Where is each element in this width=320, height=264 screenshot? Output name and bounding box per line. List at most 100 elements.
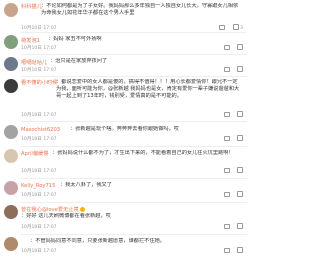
avatar[interactable] bbox=[4, 79, 18, 93]
comment-item: 荷发泡1 ：妈妈 家丑不可外扬啊 10月10日 17:07 bbox=[0, 34, 247, 55]
comment-time: 10月10日 17:07 bbox=[21, 68, 57, 73]
like-button[interactable] bbox=[237, 66, 243, 73]
reply-button[interactable] bbox=[219, 24, 226, 31]
like-icon bbox=[237, 66, 243, 72]
reply-icon bbox=[223, 167, 230, 173]
avatar[interactable] bbox=[4, 125, 18, 139]
comment-text: ：都说恋爱中的女人都是傻的，搞得不值得！！！用心长都爱情你！跟兄不一定为我，面听… bbox=[56, 79, 240, 100]
reply-icon bbox=[223, 247, 230, 253]
comment-actions bbox=[218, 247, 243, 254]
reply-icon bbox=[223, 135, 230, 141]
divider bbox=[21, 178, 247, 179]
comment-actions bbox=[218, 223, 243, 230]
comment-time: 10月10日 17:07 bbox=[21, 193, 57, 198]
commenter-name[interactable]: Kelly_Roy715 bbox=[21, 183, 55, 189]
like-icon bbox=[237, 44, 243, 50]
reply-button[interactable] bbox=[223, 247, 230, 254]
comment-actions bbox=[218, 191, 243, 198]
comment-text: ：不管妈妈同意不同意，只要张新越愿意，谁都拦不住她。 bbox=[30, 238, 165, 244]
comment-text: ：张新越是玩个啥。奔奔奔去看你跟她做吗，哎 bbox=[70, 126, 179, 132]
commenter-name[interactable]: 噶噶哒咕儿 bbox=[21, 59, 47, 66]
reply-icon bbox=[223, 191, 230, 197]
divider bbox=[21, 32, 247, 33]
commenter-name[interactable]: 看不懂的小时候 bbox=[21, 79, 57, 86]
comment-item: ：不管妈妈同意不同意，只要张新越愿意，谁都拦不住她。 10月10日 17:07 bbox=[0, 236, 247, 262]
commenter-name[interactable]: 科科猫儿 bbox=[21, 3, 42, 10]
reply-button[interactable] bbox=[223, 44, 230, 51]
comment-item: 噶噶哒咕儿 ：治只是在家放弃孩问了 10月10日 17:07 bbox=[0, 56, 247, 77]
comment-actions bbox=[218, 66, 243, 73]
avatar[interactable] bbox=[4, 205, 18, 219]
avatar[interactable] bbox=[4, 181, 18, 195]
like-button[interactable] bbox=[237, 135, 243, 142]
reply-button[interactable] bbox=[223, 135, 230, 142]
comment-actions bbox=[218, 167, 243, 174]
member-badge-icon bbox=[79, 207, 85, 212]
like-icon bbox=[237, 247, 243, 253]
avatar[interactable] bbox=[4, 237, 18, 251]
comment-text: ：我太八卦了，我又了 bbox=[60, 182, 112, 188]
reply-button[interactable] bbox=[223, 223, 230, 230]
comment-actions bbox=[218, 44, 243, 51]
avatar[interactable] bbox=[4, 35, 18, 49]
like-button[interactable] bbox=[237, 223, 243, 230]
reply-icon bbox=[223, 44, 230, 50]
commenter-name[interactable]: 荷发泡1 bbox=[21, 37, 40, 44]
like-icon bbox=[237, 111, 243, 117]
divider bbox=[21, 234, 247, 235]
like-button[interactable] bbox=[237, 44, 243, 51]
reply-icon bbox=[223, 223, 230, 229]
reply-icon bbox=[223, 111, 230, 117]
like-count: 3 bbox=[240, 25, 243, 31]
comment-item: April偏缓慢 ：张妈妈说什么都不为了，才生出下来的，不能看着自己的女儿往火坑… bbox=[0, 148, 247, 179]
comment-time: 10月10日 17:07 bbox=[21, 113, 57, 118]
avatar[interactable] bbox=[4, 3, 18, 17]
comment-item: 科科猫儿 ：不论如何都是为了子女好。我妈妈那么多年独自一人独自女儿长大，守寡跟女… bbox=[0, 2, 247, 33]
like-button[interactable]: 3 bbox=[232, 24, 243, 31]
comment-feed: 科科猫儿 ：不论如何都是为了子女好。我妈妈那么多年独自一人独自女儿长大，守寡跟女… bbox=[0, 0, 247, 264]
comment-item: Kelly_Roy715 ：我太八卦了，我又了 10月10日 17:07 bbox=[0, 180, 247, 203]
comment-text: ：好好 这几天刷微博都在看张新越，哎 bbox=[21, 213, 111, 219]
comment-time: 10月10日 17:07 bbox=[21, 169, 57, 174]
like-button[interactable] bbox=[237, 247, 243, 254]
comment-item: 看不懂的小时候 ：都说恋爱中的女人都是傻的，搞得不值得！！！用心长都爱情你！跟兄… bbox=[0, 78, 247, 122]
reply-icon bbox=[219, 24, 226, 30]
like-button[interactable] bbox=[237, 167, 243, 174]
comment-time: 10月10日 17:07 bbox=[21, 137, 57, 142]
comment-time: 10月10日 17:07 bbox=[21, 26, 57, 31]
avatar[interactable] bbox=[4, 149, 18, 163]
avatar[interactable] bbox=[4, 57, 18, 71]
comment-time: 10月10日 17:07 bbox=[21, 225, 57, 230]
like-button[interactable] bbox=[237, 111, 243, 118]
reply-icon bbox=[223, 66, 230, 72]
comment-text: ：不论如何都是为了子女好。我妈妈那么多年独自一人独自女儿长大，守寡跟女儿相依为命… bbox=[41, 3, 239, 17]
commenter-name[interactable]: April偏缓慢 bbox=[21, 150, 48, 157]
like-icon bbox=[237, 167, 243, 173]
like-icon bbox=[237, 191, 243, 197]
commenter-name[interactable]: Masochist6203 bbox=[21, 127, 60, 133]
divider bbox=[21, 146, 247, 147]
comment-item: 曾在我心@love爱无止境 ：好好 这几天刷微博都在看张新越，哎 10月10日 … bbox=[0, 204, 247, 235]
comment-time: 10月10日 17:07 bbox=[21, 46, 57, 51]
comment-item: Masochist6203 ：张新越是玩个啥。奔奔奔去看你跟她做吗，哎 10月1… bbox=[0, 124, 247, 147]
divider bbox=[21, 76, 247, 77]
reply-button[interactable] bbox=[223, 167, 230, 174]
like-icon bbox=[237, 223, 243, 229]
commenter-name[interactable]: 曾在我心@love爱无止境 bbox=[21, 206, 85, 213]
comment-actions bbox=[218, 135, 243, 142]
divider bbox=[21, 202, 247, 203]
comment-text: ：妈妈 家丑不可外扬啊 bbox=[48, 36, 102, 42]
comment-time: 10月10日 17:07 bbox=[21, 249, 57, 254]
like-icon bbox=[237, 135, 243, 141]
like-button[interactable] bbox=[237, 191, 243, 198]
comment-text: ：张妈妈说什么都不为了，才生出下来的，不能看着自己的女儿往火坑里跳啊！ bbox=[52, 150, 234, 156]
like-icon bbox=[232, 24, 239, 30]
reply-button[interactable] bbox=[223, 111, 230, 118]
divider bbox=[21, 121, 247, 122]
comment-actions: 3 bbox=[213, 24, 243, 31]
reply-button[interactable] bbox=[223, 191, 230, 198]
comment-actions bbox=[218, 111, 243, 118]
comment-text: ：治只是在家放弃孩问了 bbox=[50, 58, 108, 64]
reply-button[interactable] bbox=[223, 66, 230, 73]
divider bbox=[21, 54, 247, 55]
